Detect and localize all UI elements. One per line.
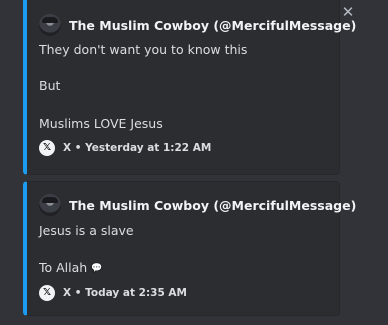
footer-text: X • Yesterday at 1:22 AM [63,142,212,154]
author-avatar[interactable] [39,194,61,216]
embed-description-line: But [39,78,61,93]
x-logo-icon: 𝕏 [39,284,55,301]
embed-author[interactable]: The Muslim Cowboy (@MercifulMessage) [39,13,356,37]
embed-description-line: They don't want you to know this [39,42,248,57]
embed-description-line: To Allah 💬 [39,260,327,277]
embed-footer: 𝕏 X • Today at 2:35 AM [39,284,327,302]
author-name[interactable]: The Muslim Cowboy (@MercifulMessage) [69,198,356,213]
embed-description-line: Jesus is a slave [39,223,134,238]
tweet-embed: The Muslim Cowboy (@MercifulMessage) The… [23,0,356,175]
embed-description-text: To Allah [39,260,88,275]
embed-footer: 𝕏 X • Yesterday at 1:22 AM [39,139,327,157]
speech-bubble-icon: 💬 [91,263,103,274]
embed-author[interactable]: The Muslim Cowboy (@MercifulMessage) [39,193,356,217]
embed-description-line: Muslims LOVE Jesus [39,116,163,131]
x-logo-icon: 𝕏 [39,140,55,156]
footer-text: X • Today at 2:35 AM [63,286,187,299]
tweet-embed: The Muslim Cowboy (@MercifulMessage) Jes… [23,181,356,316]
author-name[interactable]: The Muslim Cowboy (@MercifulMessage) [69,18,356,33]
author-avatar[interactable] [39,14,61,36]
